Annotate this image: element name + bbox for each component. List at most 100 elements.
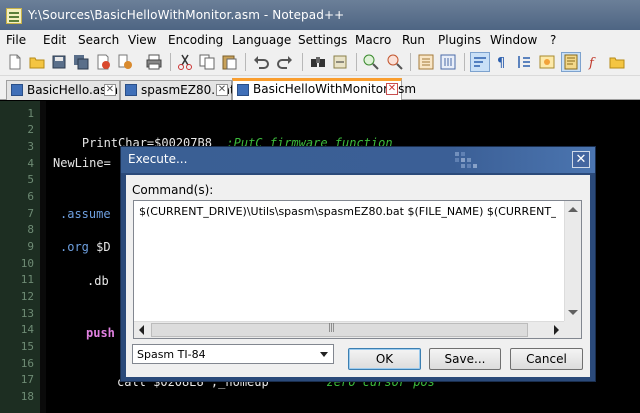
indent-guide-icon[interactable]: [515, 53, 533, 71]
print-icon[interactable]: [145, 53, 163, 71]
toolbar-separator: [410, 53, 411, 71]
zoom-in-icon[interactable]: [362, 53, 380, 71]
close-tab-icon[interactable]: ✕: [386, 83, 398, 95]
menu-encoding[interactable]: Encoding: [168, 33, 223, 47]
menu-run[interactable]: Run: [402, 33, 425, 47]
show-all-characters-icon[interactable]: ¶: [493, 53, 511, 71]
title-bar: Y:\Sources\BasicHelloWithMonitor.asm - N…: [0, 0, 640, 30]
find-icon[interactable]: [309, 53, 327, 71]
menu-search[interactable]: Search: [78, 33, 119, 47]
cut-icon[interactable]: [176, 53, 194, 71]
line-number: 17: [20, 373, 34, 386]
paste-icon[interactable]: [220, 53, 238, 71]
line-number-gutter: 1 2 3 4 5 6 7 8 9 10 11 12 13 14 15 16 1…: [0, 101, 40, 413]
replace-icon[interactable]: [331, 53, 349, 71]
execute-dialog: Execute... ✕ Command(s): $(CURRENT_DRIVE…: [120, 146, 596, 382]
file-saved-icon: [11, 84, 23, 96]
window-title: Y:\Sources\BasicHelloWithMonitor.asm - N…: [28, 8, 345, 22]
scroll-thumb[interactable]: [151, 323, 528, 337]
toolbar-separator: [170, 53, 171, 71]
command-textarea[interactable]: $(CURRENT_DRIVE)\Utils\spasm\spasmEZ80.b…: [133, 200, 582, 339]
document-map-icon[interactable]: [561, 52, 581, 72]
code-line-14: push: [86, 326, 115, 340]
save-button[interactable]: Save...: [429, 348, 501, 370]
line-number: 16: [20, 357, 34, 370]
dialog-close-button[interactable]: ✕: [572, 151, 590, 168]
line-number: 14: [20, 323, 34, 336]
svg-text:f: f: [588, 56, 596, 71]
file-saved-icon: [237, 84, 249, 96]
menu-edit[interactable]: Edit: [43, 33, 66, 47]
word-wrap-icon[interactable]: [470, 52, 490, 72]
line-number: 12: [20, 290, 34, 303]
tab-basichello[interactable]: BasicHello.asm ✕: [6, 80, 120, 100]
horizontal-scrollbar[interactable]: [134, 321, 564, 338]
code-text: $D: [96, 240, 111, 254]
close-tab-icon[interactable]: ✕: [216, 84, 228, 96]
toolbar-separator: [302, 53, 303, 71]
menu-file[interactable]: File: [6, 33, 26, 47]
toolbar-separator: [464, 53, 465, 71]
menu-macro[interactable]: Macro: [355, 33, 391, 47]
scroll-down-icon[interactable]: [568, 310, 578, 315]
tab-spasmez80[interactable]: spasmEZ80.bat ✕: [120, 80, 235, 100]
menu-view[interactable]: View: [128, 33, 156, 47]
sync-horizontal-icon[interactable]: [439, 53, 457, 71]
save-all-icon[interactable]: [72, 53, 90, 71]
close-file-icon[interactable]: [94, 53, 112, 71]
dialog-title-bar: Execute... ✕: [121, 147, 595, 173]
menu-window[interactable]: Window: [490, 33, 537, 47]
zoom-out-icon[interactable]: [386, 53, 404, 71]
cancel-button[interactable]: Cancel: [510, 348, 583, 370]
new-file-icon[interactable]: [6, 53, 24, 71]
line-number: 9: [27, 240, 34, 253]
fold-margin[interactable]: [40, 101, 46, 413]
menu-plugins[interactable]: Plugins: [438, 33, 481, 47]
title-decoration-icon: [455, 152, 477, 168]
open-file-icon[interactable]: [28, 53, 46, 71]
code-line-3: NewLine=: [53, 156, 111, 170]
line-number: 7: [27, 207, 34, 220]
user-language-icon[interactable]: [538, 53, 556, 71]
profile-select[interactable]: Spasm TI-84: [132, 344, 334, 364]
profile-select-value: Spasm TI-84: [137, 348, 206, 361]
code-line-6: .assume: [60, 207, 111, 221]
dialog-body: Command(s): $(CURRENT_DRIVE)\Utils\spasm…: [126, 175, 590, 377]
menu-bar: File Edit Search View Encoding Language …: [0, 30, 640, 49]
tab-bar: BasicHello.asm ✕ spasmEZ80.bat ✕ BasicHe…: [0, 76, 640, 100]
function-list-icon[interactable]: f: [585, 53, 603, 71]
close-all-icon[interactable]: [116, 53, 134, 71]
redo-icon[interactable]: [276, 53, 294, 71]
menu-settings[interactable]: Settings: [298, 33, 347, 47]
line-number: 10: [20, 257, 34, 270]
scroll-up-icon[interactable]: [568, 207, 578, 212]
line-number: 2: [27, 123, 34, 136]
save-icon[interactable]: [50, 53, 68, 71]
line-number: 18: [20, 390, 34, 403]
chevron-down-icon: [320, 352, 328, 357]
folder-as-workspace-icon[interactable]: [608, 53, 626, 71]
vertical-scrollbar[interactable]: [564, 201, 581, 321]
line-number: 5: [27, 173, 34, 186]
menu-language[interactable]: Language: [232, 33, 291, 47]
copy-icon[interactable]: [198, 53, 216, 71]
undo-icon[interactable]: [252, 53, 270, 71]
toolbar-separator: [245, 53, 246, 71]
close-tab-icon[interactable]: ✕: [104, 84, 116, 96]
menu-help[interactable]: ?: [550, 33, 556, 47]
sync-vertical-icon[interactable]: [417, 53, 435, 71]
scroll-right-icon[interactable]: [554, 325, 559, 335]
toolbar-separator: [356, 53, 357, 71]
ok-button[interactable]: OK: [348, 348, 421, 370]
scrollbar-corner: [564, 321, 581, 338]
line-number: 13: [20, 307, 34, 320]
code-line-8: .org $D: [60, 240, 111, 254]
command-text: $(CURRENT_DRIVE)\Utils\spasm\spasmEZ80.b…: [139, 205, 556, 218]
commands-label: Command(s):: [132, 183, 214, 197]
file-saved-icon: [125, 84, 137, 96]
line-number: 11: [20, 273, 34, 286]
line-number: 4: [27, 157, 34, 170]
tab-basichellowithmonitor[interactable]: BasicHelloWithMonitor.asm ✕: [232, 78, 416, 100]
scroll-left-icon[interactable]: [139, 325, 144, 335]
line-number: 8: [27, 223, 34, 236]
